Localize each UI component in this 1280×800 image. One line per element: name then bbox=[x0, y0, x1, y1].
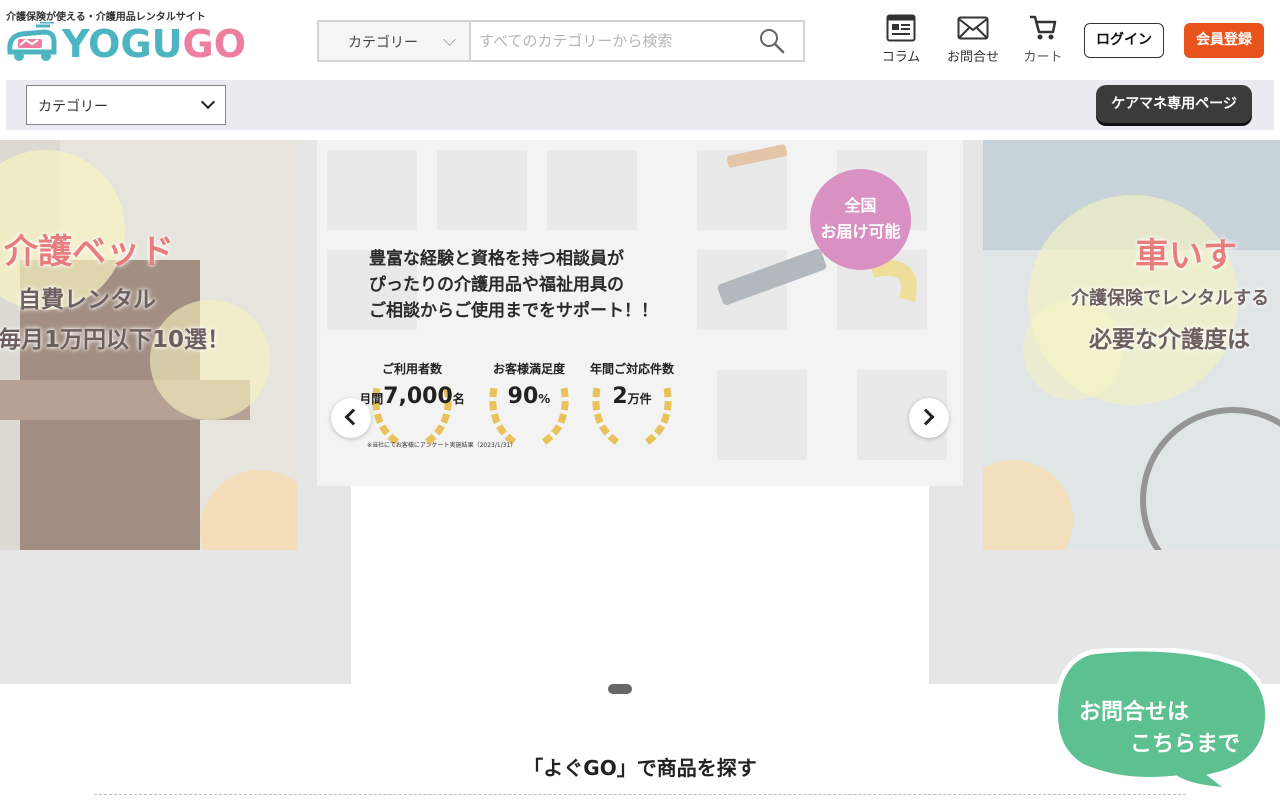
nav-column-label: コラム bbox=[881, 50, 921, 65]
nav-contact-label: お問合せ bbox=[946, 50, 999, 65]
slide-wheelchair[interactable]: 車いす 介護保険でレンタルする 必要な介護度は bbox=[983, 140, 1280, 550]
carousel-blank-area bbox=[351, 486, 929, 684]
search-bar: カテゴリー bbox=[317, 20, 805, 62]
badge-line-2: お届け可能 bbox=[820, 222, 901, 241]
nav-column[interactable]: コラム bbox=[873, 14, 929, 66]
site-header: 介護保険が使える・介護用品レンタルサイト YOGUGO カテゴリー すべてのカテ… bbox=[0, 0, 1280, 78]
stat-satisfaction-unit: % bbox=[538, 392, 551, 406]
stat-satisfaction-label: お客様満足度 bbox=[492, 362, 565, 376]
site-tagline: 介護保険が使える・介護用品レンタルサイト bbox=[6, 12, 206, 23]
stat-users-number: 7,000 bbox=[383, 384, 453, 409]
register-button[interactable]: 会員登録 bbox=[1184, 23, 1264, 58]
stat-cases-label: 年間ご対応件数 bbox=[589, 362, 674, 376]
search-button[interactable] bbox=[759, 28, 787, 56]
stat-users: ご利用者数 月間7,000名 bbox=[357, 358, 467, 448]
nav-cart-label: カート bbox=[1023, 50, 1063, 65]
login-button[interactable]: ログイン bbox=[1084, 23, 1164, 58]
stat-cases: 年間ご対応件数 2万件 bbox=[577, 358, 687, 448]
stat-cases-unit: 万件 bbox=[627, 392, 652, 406]
logo-car-icon bbox=[7, 22, 57, 61]
logo-part2: GO bbox=[182, 22, 247, 66]
chevron-right-icon bbox=[917, 408, 935, 426]
consultation-line-2: ぴったりの介護用品や福祉用具の bbox=[369, 275, 624, 295]
carousel-indicator-dot[interactable] bbox=[608, 684, 632, 694]
chevron-left-icon bbox=[344, 408, 362, 426]
slide-bed[interactable]: 介護ベッド 自費レンタル 毎月1万円以下10選！ bbox=[0, 140, 297, 550]
slide-wheelchair-title: 車いす bbox=[1135, 236, 1237, 276]
care-manager-page-button[interactable]: ケアマネ専用ページ bbox=[1096, 85, 1252, 123]
stat-cases-value: 2万件 bbox=[577, 384, 687, 409]
carousel-next-button[interactable] bbox=[909, 398, 949, 438]
stat-satisfaction: お客様満足度 90% bbox=[474, 358, 584, 448]
contact-bubble-line2: こちらまで bbox=[1130, 732, 1241, 757]
cart-icon bbox=[1030, 15, 1057, 40]
logo-wordmark: YOGUGO bbox=[62, 22, 246, 66]
search-input[interactable] bbox=[479, 26, 749, 56]
site-logo[interactable]: YOGUGO bbox=[6, 22, 258, 66]
nationwide-delivery-badge: 全国 お届け可能 bbox=[810, 169, 911, 270]
consultation-message: 豊富な経験と資格を持つ相談員が ぴったりの介護用品や福祉用具の ご相談からご使用… bbox=[369, 246, 658, 324]
category-dropdown[interactable]: カテゴリー bbox=[26, 85, 226, 125]
chevron-down-icon bbox=[200, 94, 216, 110]
consultation-line-1: 豊富な経験と資格を持つ相談員が bbox=[369, 249, 624, 269]
mail-icon bbox=[957, 16, 989, 40]
stat-satisfaction-number: 90 bbox=[507, 384, 539, 409]
slide-wheelchair-line2: 必要な介護度は bbox=[1089, 327, 1250, 353]
stat-users-unit: 名 bbox=[452, 392, 465, 406]
contact-bubble-button[interactable]: お問合せは こちらまで bbox=[1052, 648, 1272, 794]
section-divider bbox=[94, 794, 1186, 795]
search-category-select[interactable]: カテゴリー bbox=[319, 22, 471, 60]
category-dropdown-label: カテゴリー bbox=[38, 99, 108, 115]
search-category-label: カテゴリー bbox=[348, 35, 418, 51]
contact-bubble-line1: お問合せは bbox=[1079, 700, 1190, 725]
slide-bed-title: 介護ベッド bbox=[4, 232, 174, 272]
nav-cart[interactable]: カート bbox=[1015, 14, 1071, 66]
stat-users-value: 月間7,000名 bbox=[357, 384, 467, 409]
slide-bed-line1: 自費レンタル bbox=[18, 287, 156, 313]
survey-footnote: ※当社にてお客様にアンケート実施結果（2023/1/31） bbox=[367, 442, 517, 449]
column-icon bbox=[886, 14, 916, 42]
stat-cases-number: 2 bbox=[612, 384, 628, 409]
stat-users-label: ご利用者数 bbox=[381, 362, 442, 376]
slide-consultation[interactable]: 豊富な経験と資格を持つ相談員が ぴったりの介護用品や福祉用具の ご相談からご使用… bbox=[317, 140, 963, 486]
category-bar: カテゴリー ケアマネ専用ページ bbox=[6, 80, 1274, 130]
badge-line-1: 全国 bbox=[844, 196, 877, 215]
consultation-line-3: ご相談からご使用までをサポート！！ bbox=[369, 301, 658, 321]
carousel-prev-button[interactable] bbox=[331, 398, 371, 438]
chevron-down-icon bbox=[443, 33, 456, 46]
stat-satisfaction-value: 90% bbox=[474, 384, 584, 409]
nav-contact[interactable]: お問合せ bbox=[945, 14, 1001, 66]
hero-carousel: 介護ベッド 自費レンタル 毎月1万円以下10選！ 豊富な経験と資格を持つ相談員が… bbox=[0, 140, 1280, 684]
search-icon bbox=[760, 29, 785, 54]
slide-wheelchair-line1: 介護保険でレンタルする bbox=[1071, 288, 1269, 309]
slide-bed-line2: 毎月1万円以下10選！ bbox=[0, 327, 231, 353]
logo-part1: YOGU bbox=[62, 22, 183, 66]
